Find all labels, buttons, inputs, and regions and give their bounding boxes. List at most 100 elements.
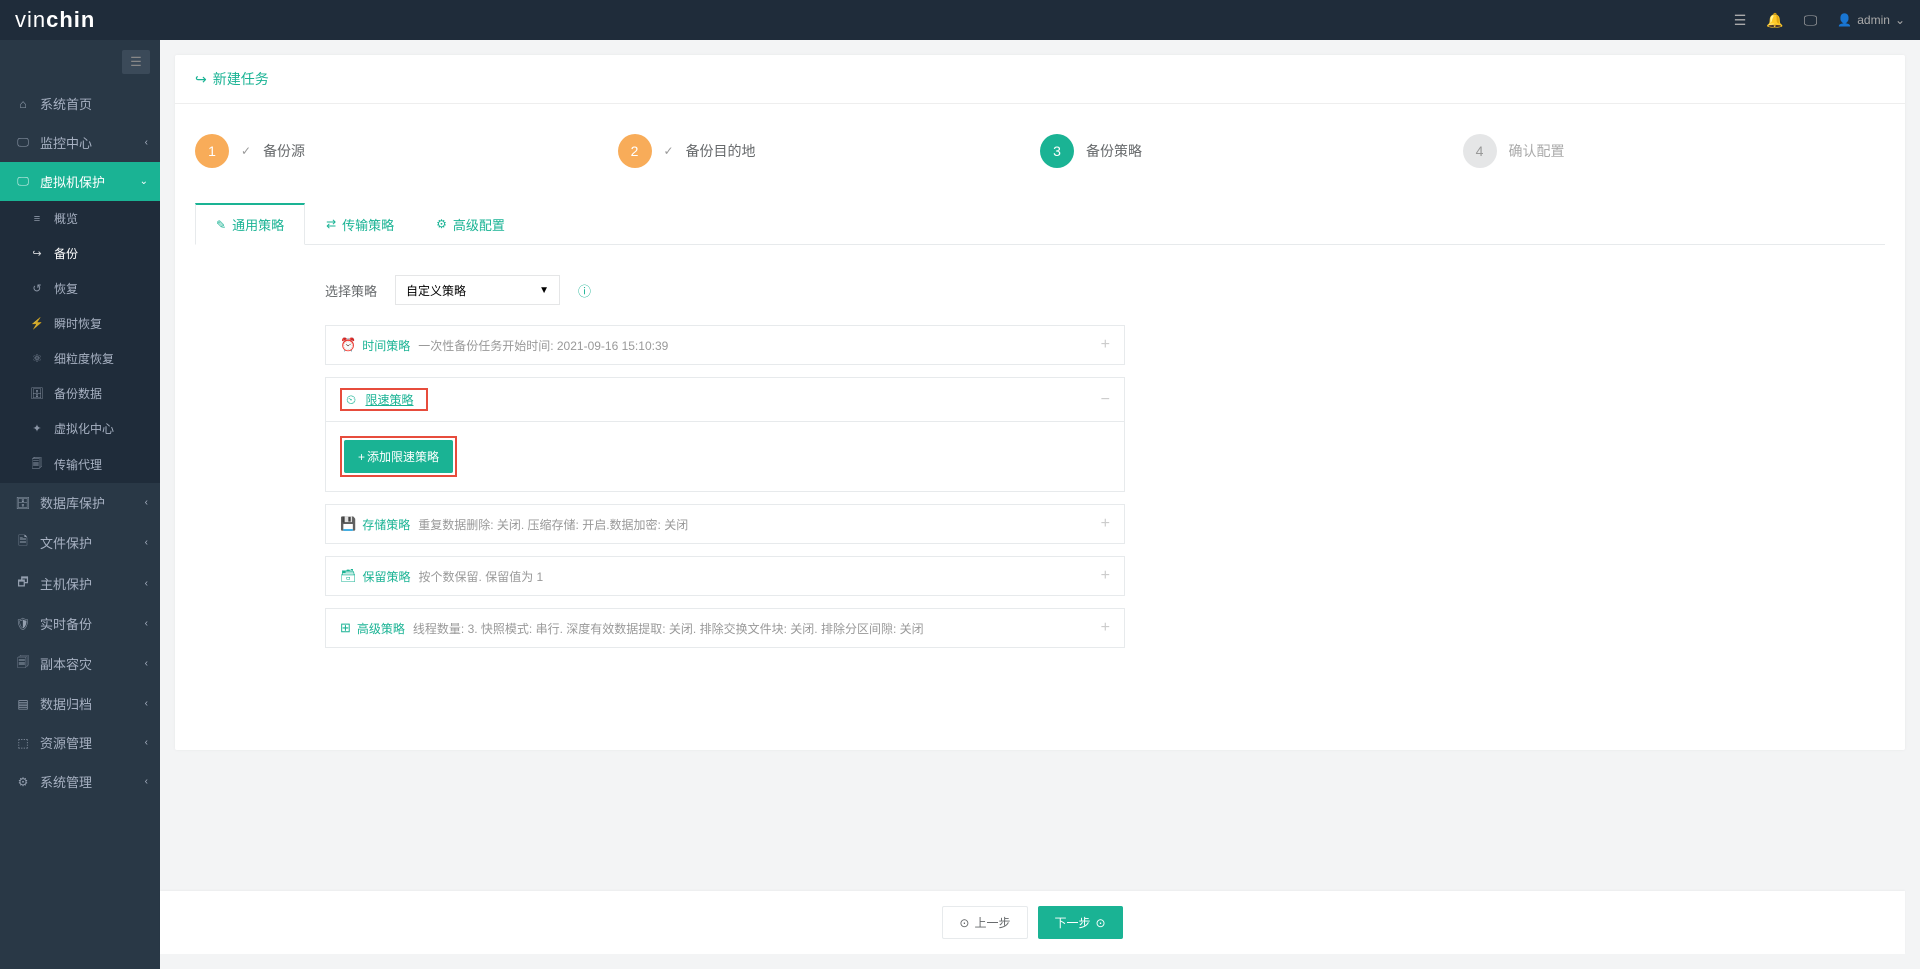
acc-retain-header[interactable]: 🗃 保留策略 按个数保留. 保留值为 1 + (326, 557, 1124, 595)
user-menu[interactable]: 👤 admin ⌄ (1837, 13, 1905, 27)
monitor-icon[interactable]: 🖵 (1804, 12, 1818, 29)
acc-advanced-header[interactable]: ⊞ 高级策略 线程数量: 3. 快照模式: 串行. 深度有效数据提取: 关闭. … (326, 609, 1124, 647)
sub-item-label: 细粒度恢复 (54, 350, 114, 367)
acc-desc: 重复数据删除: 关闭. 压缩存储: 开启.数据加密: 关闭 (418, 516, 1100, 533)
speed-title-highlight: ⏲ 限速策略 (340, 388, 428, 411)
acc-storage-header[interactable]: 💾 存储策略 重复数据删除: 关闭. 压缩存储: 开启.数据加密: 关闭 + (326, 505, 1124, 543)
prev-button[interactable]: ⊙上一步 (942, 906, 1027, 939)
arrow-right-icon: ⊙ (1096, 916, 1106, 930)
list-icon: ≡ (28, 213, 46, 225)
acc-desc: 一次性备份任务开始时间: 2021-09-16 15:10:39 (418, 337, 1100, 354)
sidebar-item-label: 系统管理 (40, 772, 92, 791)
caret-down-icon: ▼ (539, 285, 549, 296)
sub-instant-restore[interactable]: ⚡瞬时恢复 (0, 306, 160, 341)
sidebar-item-label: 系统首页 (40, 94, 92, 113)
tab-transfer[interactable]: ⇄传输策略 (305, 203, 415, 245)
check-icon: ✓ (664, 144, 674, 158)
step-confirm: 4确认配置 (1463, 134, 1886, 168)
sidebar-item-realtime-backup[interactable]: 🛡实时备份‹ (0, 604, 160, 643)
sidebar-item-resource[interactable]: ⬚资源管理‹ (0, 723, 160, 762)
sidebar-item-home[interactable]: ⌂ 系统首页 (0, 84, 160, 123)
acc-title: 时间策略 (362, 337, 410, 354)
sidebar-item-label: 监控中心 (40, 133, 92, 152)
sidebar-item-label: 数据归档 (40, 694, 92, 713)
sub-virt-center[interactable]: ✦ 虚拟化中心 (0, 411, 160, 446)
sub-backup[interactable]: ↪备份 (0, 236, 160, 271)
select-policy-label: 选择策略 (325, 281, 377, 300)
chevron-icon: ‹ (145, 658, 148, 669)
restore-icon: ↺ (28, 282, 46, 295)
step-label: 备份策略 (1086, 141, 1142, 161)
policy-tabs: ✎通用策略 ⇄传输策略 ⚙高级配置 (195, 203, 1885, 245)
policy-accordion: ⏰ 时间策略 一次性备份任务开始时间: 2021-09-16 15:10:39 … (325, 325, 1125, 648)
tab-label: 高级配置 (453, 215, 505, 234)
sidebar-item-archive[interactable]: ▤数据归档‹ (0, 684, 160, 723)
step-num: 1 (195, 134, 229, 168)
sidebar-item-monitor[interactable]: 🖵监控中心‹ (0, 123, 160, 162)
sub-backup-data[interactable]: 🗄备份数据 (0, 376, 160, 411)
chevron-icon: ‹ (145, 618, 148, 629)
acc-speed-body: +添加限速策略 (326, 421, 1124, 491)
sidebar-toggle[interactable]: ☰ (122, 50, 150, 74)
acc-title: 高级策略 (357, 620, 405, 637)
main-content: ↪ 新建任务 1✓备份源 2✓备份目的地 3备份策略 4确认配置 ✎通用策略 ⇄… (160, 40, 1920, 969)
wizard-footer: ⊙上一步 下一步⊙ (160, 891, 1905, 954)
panel-header: ↪ 新建任务 (175, 55, 1905, 104)
tab-advanced[interactable]: ⚙高级配置 (415, 203, 526, 245)
sidebar-item-file-protect[interactable]: 🗎文件保护‹ (0, 522, 160, 563)
home-icon: ⌂ (14, 97, 32, 111)
sidebar-item-replica-dr[interactable]: 🗐副本容灾‹ (0, 643, 160, 684)
edit-icon: ✎ (216, 218, 226, 232)
top-actions: ☰ 🔔 🖵 👤 admin ⌄ (1734, 12, 1905, 29)
add-btn-highlight: +添加限速策略 (340, 436, 457, 477)
list-icon[interactable]: ☰ (1734, 12, 1747, 29)
acc-desc: 线程数量: 3. 快照模式: 串行. 深度有效数据提取: 关闭. 排除交换文件块… (413, 620, 1101, 637)
sub-transfer-agent[interactable]: 🗐传输代理 (0, 446, 160, 483)
select-policy-dropdown[interactable]: 自定义策略 ▼ (395, 275, 560, 305)
host-icon: 🗗 (14, 573, 32, 594)
acc-retain-policy: 🗃 保留策略 按个数保留. 保留值为 1 + (325, 556, 1125, 596)
sidebar-item-db-protect[interactable]: 🗄数据库保护‹ (0, 483, 160, 522)
info-icon[interactable]: ⓘ (578, 281, 591, 300)
sub-restore[interactable]: ↺恢复 (0, 271, 160, 306)
bolt-icon: ⚡ (28, 317, 46, 330)
sub-granular-restore[interactable]: ⚛ 细粒度恢复 (0, 341, 160, 376)
sub-item-label: 备份数据 (54, 385, 102, 402)
plus-icon: + (1101, 336, 1110, 354)
sidebar-item-vm-protect[interactable]: 🖵虚拟机保护⌄ (0, 162, 160, 201)
select-policy-row: 选择策略 自定义策略 ▼ ⓘ (325, 275, 1885, 305)
atom-icon: ⚛ (28, 352, 46, 365)
user-icon: 👤 (1837, 13, 1852, 27)
star-icon: ✦ (28, 422, 46, 435)
step-label: 备份源 (263, 141, 305, 161)
monitor-icon: 🖵 (14, 135, 32, 150)
topbar: vinchin ☰ 🔔 🖵 👤 admin ⌄ (0, 0, 1920, 40)
sub-item-label: 概览 (54, 210, 78, 227)
acc-time-header[interactable]: ⏰ 时间策略 一次性备份任务开始时间: 2021-09-16 15:10:39 … (326, 326, 1124, 364)
sub-overview[interactable]: ≡ 概览 (0, 201, 160, 236)
sidebar-item-host-protect[interactable]: 🗗主机保护‹ (0, 563, 160, 604)
next-button[interactable]: 下一步⊙ (1038, 906, 1123, 939)
sidebar-toggle-row: ☰ (0, 40, 160, 84)
vm-icon: 🖵 (14, 174, 32, 189)
retain-icon: 🗃 (340, 568, 357, 584)
sidebar-item-label: 虚拟机保护 (40, 172, 105, 191)
chevron-icon: ‹ (145, 497, 148, 508)
step-num: 4 (1463, 134, 1497, 168)
step-source: 1✓备份源 (195, 134, 618, 168)
acc-speed-header[interactable]: ⏲ 限速策略 − (326, 378, 1124, 421)
acc-desc: 按个数保留. 保留值为 1 (419, 568, 1101, 585)
disk-icon: 💾 (340, 516, 356, 532)
tab-general[interactable]: ✎通用策略 (195, 203, 305, 245)
sub-item-label: 虚拟化中心 (54, 420, 114, 437)
sidebar-item-system[interactable]: ⚙系统管理‹ (0, 762, 160, 801)
chevron-icon: ‹ (145, 698, 148, 709)
bell-icon[interactable]: 🔔 (1766, 12, 1783, 29)
acc-title: 存储策略 (362, 516, 410, 533)
add-speed-policy-button[interactable]: +添加限速策略 (344, 440, 453, 473)
plus-icon: + (1101, 567, 1110, 585)
btn-label: 添加限速策略 (367, 448, 439, 465)
arrow-left-icon: ⊙ (959, 916, 969, 930)
panel: ↪ 新建任务 1✓备份源 2✓备份目的地 3备份策略 4确认配置 ✎通用策略 ⇄… (175, 55, 1905, 750)
gear-icon: ⚙ (14, 775, 32, 789)
